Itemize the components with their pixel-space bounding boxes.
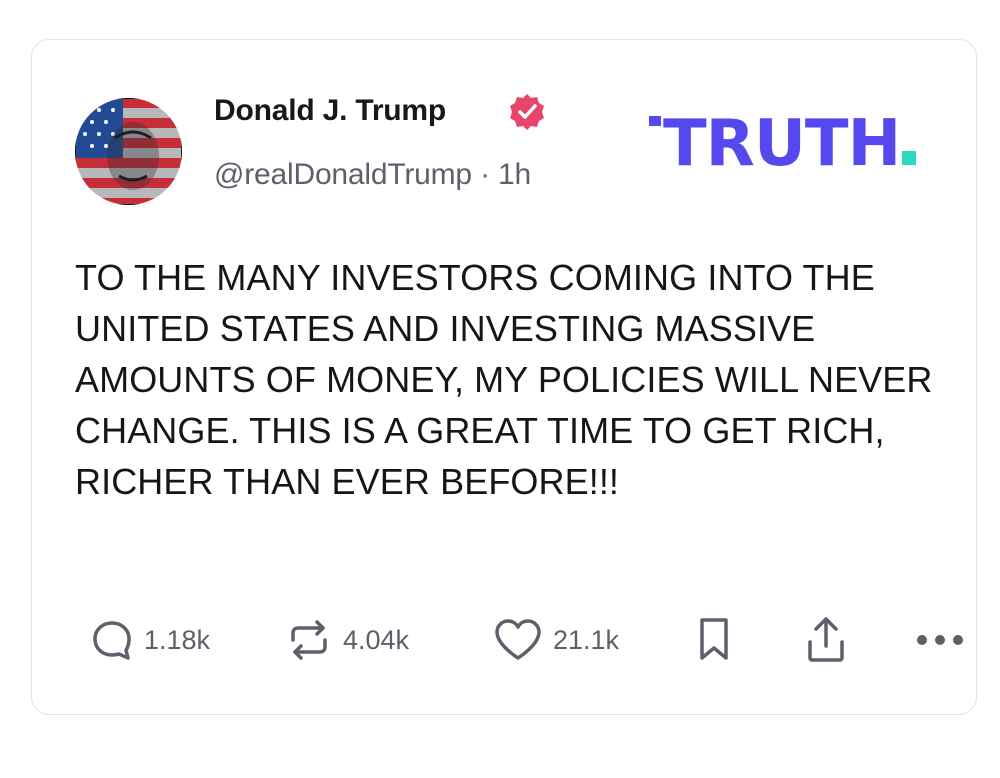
avatar[interactable]: [75, 98, 182, 205]
truth-logo: TRUTH: [649, 112, 917, 176]
more-options-button[interactable]: [916, 610, 964, 670]
logo-text: TRUTH: [663, 107, 901, 181]
retruth-icon: [291, 620, 327, 660]
post-time[interactable]: 1h: [498, 158, 531, 191]
post-card[interactable]: Donald J. Trump @realDonaldTrump · 1h TR…: [31, 39, 977, 715]
share-icon: [808, 617, 844, 662]
retruth-button[interactable]: 4.04k: [285, 610, 409, 670]
like-button[interactable]: 21.1k: [493, 610, 619, 670]
author-handle[interactable]: @realDonaldTrump: [214, 158, 472, 191]
logo-dot-icon: [902, 151, 917, 165]
like-count: 21.1k: [553, 624, 620, 655]
verified-badge-icon: [510, 94, 544, 130]
author-name[interactable]: Donald J. Trump: [214, 94, 446, 128]
reply-count: 1.18k: [144, 624, 211, 655]
handle-row: @realDonaldTrump · 1h: [214, 158, 531, 192]
post-actions: 1.18k 4.04k 21.1k: [32, 610, 976, 670]
separator-dot: ·: [480, 158, 490, 191]
like-icon: [495, 619, 541, 660]
post-text: TO THE MANY INVESTORS COMING INTO THE UN…: [75, 257, 933, 502]
more-icon: [917, 635, 963, 645]
bookmark-icon: [700, 618, 728, 660]
reply-icon: [93, 621, 131, 660]
retruth-count: 4.04k: [343, 624, 410, 655]
bookmark-button[interactable]: [696, 610, 732, 670]
reply-button[interactable]: 1.18k: [90, 610, 210, 670]
logo-tick-icon: [649, 116, 661, 126]
share-button[interactable]: [804, 610, 848, 670]
